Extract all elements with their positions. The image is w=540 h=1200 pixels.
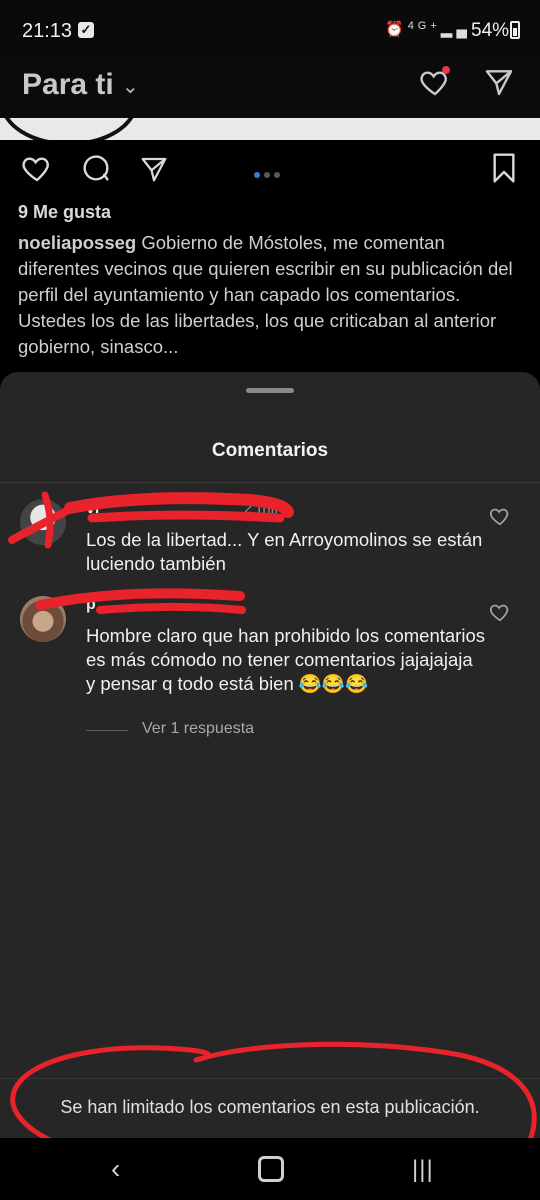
likes-count[interactable]: 9 Me gusta [18,202,111,223]
alarm-icon: ⏰ [385,21,408,38]
post-caption: noeliaposseg Gobierno de Móstoles, me co… [18,230,518,360]
caption-username[interactable]: noeliaposseg [18,232,136,253]
signal-icon: ▂▄ [440,21,471,38]
sheet-drag-handle[interactable] [246,388,294,393]
sheet-title: Comentarios [211,440,329,461]
like-heart-icon[interactable] [20,152,54,184]
comment-like-heart-icon[interactable] [489,601,511,623]
notification-dot [442,66,450,74]
carousel-indicator [254,165,284,183]
home-icon[interactable] [258,1156,284,1182]
chevron-down-icon[interactable]: ⌄ [122,74,139,99]
recents-icon[interactable]: ||| [412,1156,434,1184]
divider [0,482,540,483]
avatar[interactable] [20,596,66,642]
post-image-drawing [0,118,138,140]
feed-selector-title[interactable]: Para ti [22,68,114,102]
comments-limited-notice: Se han limitado los comentarios en esta … [60,1097,480,1117]
status-icons: ⏰4G+▂▄ [385,20,471,38]
comment-username[interactable]: p [86,596,96,614]
comment-username[interactable]: vi [86,500,99,518]
comment-like-heart-icon[interactable] [489,505,511,527]
carousel-dot [274,172,280,178]
comments-sheet [0,372,540,1138]
comment-text: Los de la libertad... Y en Arroyomolinos… [86,529,483,574]
divider [0,1078,540,1079]
battery-icon [510,21,520,39]
back-icon[interactable]: ‹ [111,1153,120,1185]
comment-icon[interactable] [80,152,112,184]
direct-message-icon[interactable] [482,66,516,98]
network-label: 4G+ [407,20,441,32]
battery-percent: 54% [471,20,510,41]
carousel-dot [264,172,270,178]
avatar[interactable] [20,499,66,545]
share-icon[interactable] [138,154,170,184]
post-image[interactable] [0,118,540,140]
bookmark-icon[interactable] [490,152,518,184]
carousel-dot-active [254,172,260,178]
caption-text-continued: Ustedes los de las libertades, los que c… [18,310,497,357]
view-replies-button[interactable]: Ver 1 respuesta [142,720,254,738]
comment-timestamp: 2 min [244,500,284,517]
status-time: 21:13 [22,20,73,42]
comment-text: Hombre claro que han prohibido los comen… [86,625,485,694]
replies-line [86,730,128,731]
check-notification-icon: ✓ [78,22,94,38]
